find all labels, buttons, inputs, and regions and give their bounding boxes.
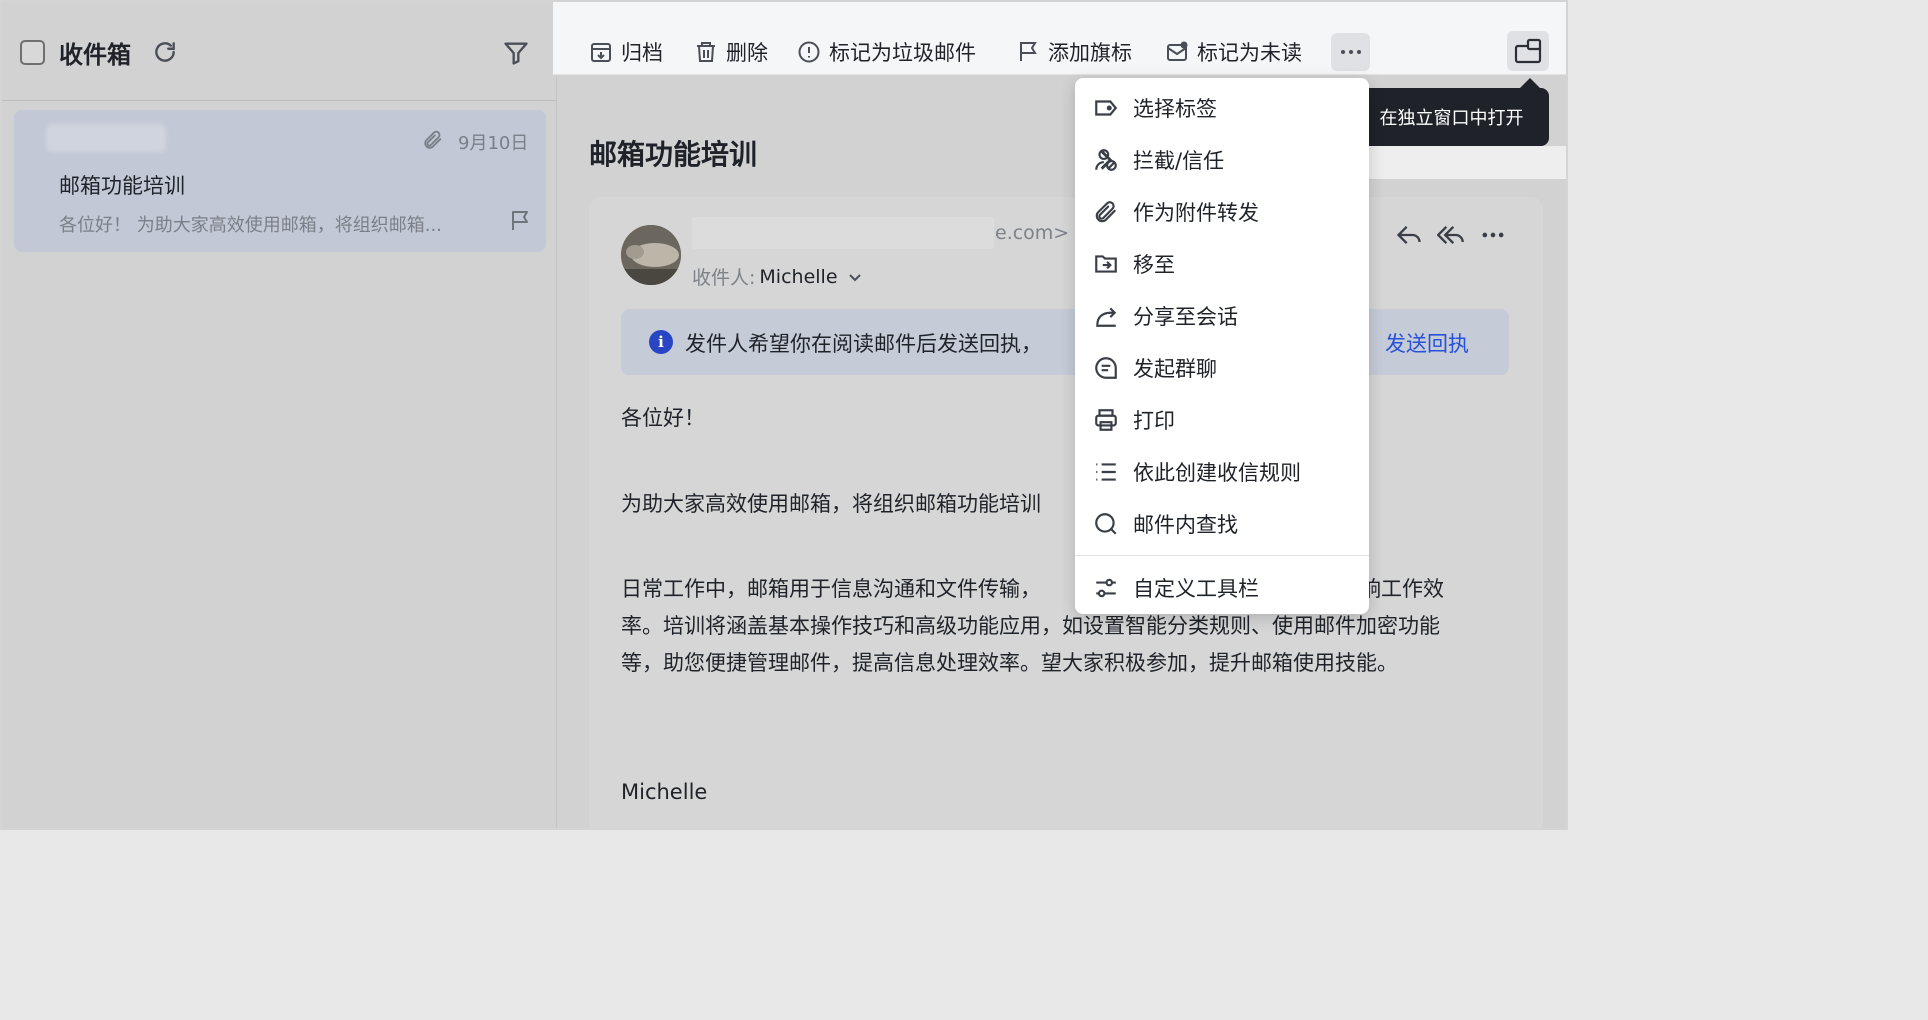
reply-all-icon[interactable]: [1437, 221, 1465, 249]
list-item[interactable]: 9月10日 邮箱功能培训 各位好！ 为助大家高效使用邮箱，将组织邮箱...: [14, 110, 546, 252]
menu-item-label: 分享至会话: [1133, 305, 1238, 329]
more-options-menu: 选择标签 拦截/信任 作为附件转发 移至 分享至会话 发起群聊 打印 依此创建收…: [1075, 78, 1369, 614]
avatar[interactable]: [621, 225, 681, 285]
open-in-window-tooltip: 在独立窗口中打开: [1354, 88, 1549, 146]
menu-item-label: 发起群聊: [1133, 357, 1217, 381]
reply-actions: [1395, 221, 1507, 249]
more-dots-icon[interactable]: [1479, 221, 1507, 249]
rule-list-icon: [1096, 463, 1116, 481]
share-icon: [1096, 307, 1117, 327]
envelope-icon: [1167, 41, 1188, 61]
mark-spam-label: 标记为垃圾邮件: [829, 41, 976, 65]
add-flag-label: 添加旗标: [1048, 41, 1132, 65]
mail-card: e.com> 收件人: Michelle 7 i 发件人希望你在阅读邮件后发送回…: [589, 197, 1543, 828]
sender-address-redacted: [692, 217, 994, 249]
menu-item-move-to[interactable]: 移至: [1075, 239, 1369, 289]
menu-item-create-rule[interactable]: 依此创建收信规则: [1075, 447, 1369, 497]
mail-subject-title: 邮箱功能培训: [589, 138, 758, 171]
menu-item-select-tag[interactable]: 选择标签: [1075, 83, 1369, 133]
popout-window-icon: [1514, 38, 1542, 64]
reply-icon[interactable]: [1395, 221, 1423, 249]
delete-label: 删除: [726, 41, 768, 65]
mail-preview: 各位好！ 为助大家高效使用邮箱，将组织邮箱...: [59, 215, 442, 236]
filter-icon[interactable]: [502, 39, 530, 67]
body-greeting: 各位好！: [621, 406, 705, 430]
attachment-icon: [424, 130, 442, 149]
receipt-message: 发件人希望你在阅读邮件后发送回执，: [685, 332, 1042, 356]
app-window: 收件箱 9月10日 邮箱功能培训 各位好！ 为助大家高效使用邮箱，将组织邮箱..…: [0, 0, 1568, 830]
send-receipt-link[interactable]: 发送回执: [1385, 328, 1469, 358]
reading-pane: 邮箱功能培训 e.com> 收件人: Michelle 7: [557, 75, 1566, 828]
mark-unread-button[interactable]: 标记为未读: [1165, 32, 1302, 72]
paperclip-icon: [1095, 201, 1116, 223]
delete-button[interactable]: 删除: [694, 32, 768, 72]
recipient-label: 收件人:: [692, 267, 756, 289]
menu-item-label: 邮件内查找: [1133, 513, 1238, 537]
print-icon: [1095, 409, 1117, 431]
menu-item-label: 打印: [1133, 409, 1175, 433]
menu-item-label: 拦截/信任: [1133, 149, 1225, 173]
menu-item-label: 移至: [1133, 253, 1175, 277]
body-paragraph-2a: 日常工作中，邮箱用于信息沟通和文件传输，: [621, 577, 1041, 601]
flag-icon[interactable]: [508, 208, 532, 234]
menu-divider: [1075, 555, 1369, 556]
body-paragraph-2d: 等，助您便捷管理邮件，提高信息处理效率。望大家积极参加，提升邮箱使用技能。: [621, 651, 1398, 675]
body-signature: Michelle: [621, 780, 708, 804]
chat-icon: [1095, 357, 1117, 379]
mail-list-panel: 收件箱 9月10日 邮箱功能培训 各位好！ 为助大家高效使用邮箱，将组织邮箱..…: [2, 2, 557, 828]
avatar-photo: [621, 225, 681, 285]
menu-item-find-in-mail[interactable]: 邮件内查找: [1075, 499, 1369, 549]
more-options-button[interactable]: [1331, 33, 1370, 71]
tag-icon: [1095, 100, 1118, 116]
menu-item-label: 自定义工具栏: [1133, 577, 1259, 601]
tooltip-arrow: [1520, 78, 1540, 88]
menu-item-forward-as-attachment[interactable]: 作为附件转发: [1075, 187, 1369, 237]
mark-spam-button[interactable]: 标记为垃圾邮件: [797, 32, 976, 72]
chevron-right-icon: [1100, 150, 1113, 170]
archive-icon: [591, 43, 611, 62]
select-all-checkbox[interactable]: [20, 40, 45, 65]
search-icon: [1095, 513, 1117, 535]
toolbar: 归档 删除 标记为垃圾邮件 添加旗标 标记为未读: [553, 2, 1566, 75]
mark-unread-label: 标记为未读: [1197, 41, 1302, 65]
inbox-title: 收件箱: [59, 41, 131, 69]
trash-icon: [697, 42, 715, 62]
menu-item-print[interactable]: 打印: [1075, 395, 1369, 445]
flag-icon: [1020, 42, 1037, 61]
recipient-name: Michelle: [759, 265, 838, 288]
menu-item-block-trust[interactable]: 拦截/信任: [1075, 135, 1369, 185]
body-paragraph-1: 为助大家高效使用邮箱，将组织邮箱功能培训: [621, 492, 1041, 516]
menu-item-customize-toolbar[interactable]: 自定义工具栏: [1075, 563, 1369, 613]
menu-item-label: 选择标签: [1133, 97, 1217, 121]
more-dots-icon: [1340, 50, 1361, 54]
info-icon: i: [649, 330, 673, 354]
move-to-icon: [1095, 255, 1117, 273]
archive-button[interactable]: 归档: [589, 32, 663, 72]
sender-name-redacted: [46, 124, 166, 152]
recipient-row[interactable]: 收件人: Michelle: [692, 263, 862, 290]
menu-item-share-to-chat[interactable]: 分享至会话: [1075, 291, 1369, 341]
list-header: 收件箱: [2, 2, 557, 101]
sender-address-tail: e.com>: [995, 222, 1070, 244]
archive-label: 归档: [621, 41, 663, 65]
customize-icon: [1096, 578, 1116, 598]
read-receipt-banner: i 发件人希望你在阅读邮件后发送回执， 发送回执: [621, 309, 1509, 375]
mail-subject: 邮箱功能培训: [59, 174, 185, 198]
mail-date: 9月10日: [458, 133, 529, 154]
refresh-icon[interactable]: [152, 39, 178, 65]
menu-item-label: 作为附件转发: [1133, 201, 1259, 225]
menu-item-start-group-chat[interactable]: 发起群聊: [1075, 343, 1369, 393]
warning-icon: [798, 41, 820, 63]
chevron-down-icon: [848, 273, 861, 281]
menu-item-label: 依此创建收信规则: [1133, 461, 1301, 485]
tooltip-backdrop: [1369, 146, 1566, 179]
open-in-new-window-button[interactable]: [1507, 31, 1549, 71]
add-flag-button[interactable]: 添加旗标: [1016, 32, 1132, 72]
